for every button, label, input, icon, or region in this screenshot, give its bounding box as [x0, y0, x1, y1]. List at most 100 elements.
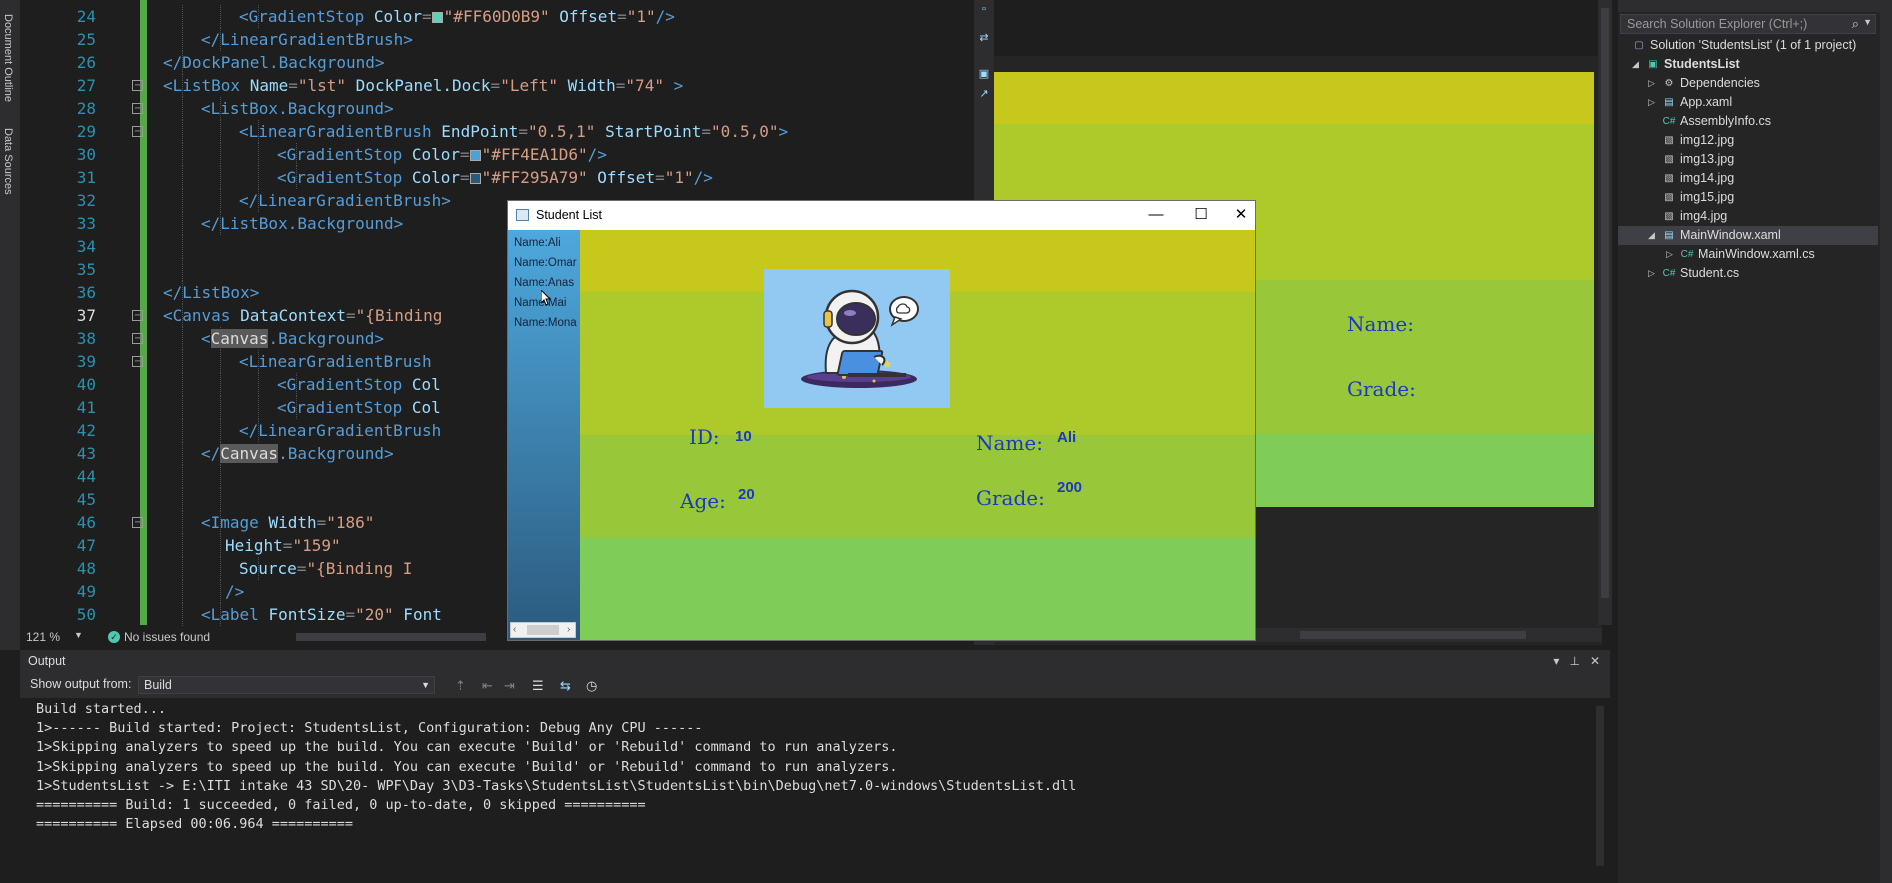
collapsed-arrow-icon[interactable]: ▷ [1666, 245, 1673, 264]
next-message-icon[interactable]: ⇥ [504, 678, 515, 694]
solution-tree-item[interactable]: ▧ img4.jpg [1618, 207, 1878, 226]
code-line[interactable]: 25 </LinearGradientBrush> [20, 28, 988, 51]
code-line[interactable]: 29 − <LinearGradientBrush EndPoint="0.5,1"… [20, 120, 988, 143]
designer-horizontal-scroll-thumb[interactable] [1300, 631, 1526, 639]
collapse-region-icon[interactable]: − [132, 103, 143, 114]
issues-status[interactable]: No issues found [124, 630, 210, 644]
clear-all-icon[interactable]: ☰ [532, 678, 544, 694]
output-source-select[interactable]: Build ▼ [138, 676, 435, 694]
code-text: <ListBox Name="lst" DockPanel.Dock="Left… [163, 76, 684, 95]
data-sources-tab[interactable]: Data Sources [2, 128, 14, 195]
student-list-item[interactable]: Name:Anas [514, 277, 574, 289]
close-icon[interactable]: ✕ [1590, 654, 1600, 668]
solution-tree-item[interactable]: ▢ Solution 'StudentsList' (1 of 1 project… [1618, 36, 1878, 55]
listbox-scroll-thumb[interactable] [527, 625, 559, 635]
expanded-arrow-icon[interactable]: ◢ [1632, 55, 1639, 74]
solution-tree-item[interactable]: ◢ ▤ MainWindow.xaml [1618, 226, 1878, 245]
indent-guide [220, 580, 221, 603]
toggle-word-wrap-icon[interactable]: ⇆ [560, 678, 571, 694]
right-side-strip [1880, 0, 1892, 883]
close-window-button[interactable]: ✕ [1226, 205, 1256, 225]
output-scroll-thumb[interactable] [1596, 706, 1604, 866]
designer-vertical-scroll-thumb[interactable] [1601, 8, 1609, 598]
indent-guide [220, 5, 221, 28]
scroll-left-icon[interactable]: ‹ [513, 623, 516, 637]
code-text: <GradientStop Color= "#FF60D0B9" Offset="… [239, 7, 675, 26]
code-text: <Label FontSize="20" Font [201, 605, 442, 624]
solution-tree-item[interactable]: ▧ img14.jpg [1618, 169, 1878, 188]
solution-tree-item[interactable]: ▧ img15.jpg [1618, 188, 1878, 207]
code-line[interactable]: 30 <GradientStop Color= "#FF4EA1D6"/> [20, 143, 988, 166]
window-titlebar[interactable]: Student List — ☐ ✕ [508, 201, 1255, 230]
solution-search-input[interactable]: Search Solution Explorer (Ctrl+;) ⌕ ▼ [1620, 14, 1876, 34]
scroll-right-icon[interactable]: › [567, 623, 570, 637]
expand-icon[interactable]: ▫ [978, 3, 990, 15]
code-line[interactable]: 27 − <ListBox Name="lst" DockPanel.Dock="L… [20, 74, 988, 97]
solution-tree-item[interactable]: ▷ C# MainWindow.xaml.cs [1618, 245, 1878, 264]
solution-tree-item[interactable]: ▧ img12.jpg [1618, 131, 1878, 150]
zoom-level[interactable]: 121 % [26, 630, 60, 644]
student-list-item[interactable]: Name:Omar [514, 257, 577, 269]
collapsed-arrow-icon[interactable]: ▷ [1648, 74, 1655, 93]
tree-item-label: MainWindow.xaml [1680, 228, 1781, 242]
output-log[interactable]: Build started... 1>------ Build started: … [36, 700, 1076, 834]
indent-guide [220, 557, 221, 580]
tree-item-label: img14.jpg [1680, 171, 1735, 185]
indent-guide [258, 143, 259, 166]
collapse-region-icon[interactable]: − [132, 333, 143, 344]
minimize-button[interactable]: — [1141, 205, 1171, 225]
design-view-icon[interactable]: ▣ [978, 68, 990, 80]
code-line[interactable]: 28 − <ListBox.Background> [20, 97, 988, 120]
indent-guide [220, 350, 221, 373]
code-line[interactable]: 31 <GradientStop Color= "#FF295A79" Offset… [20, 166, 988, 189]
window-position-dropdown-icon[interactable]: ▾ [1553, 654, 1559, 668]
code-line[interactable]: 24 <GradientStop Color= "#FF60D0B9" Offset… [20, 5, 988, 28]
maximize-button[interactable]: ☐ [1186, 205, 1216, 225]
listbox-horizontal-scrollbar[interactable]: ‹ › [510, 622, 576, 638]
student-list-item[interactable]: Name:Ali [514, 237, 561, 249]
name-label: Name: [976, 431, 1043, 455]
swap-panes-icon[interactable]: ⇄ [978, 32, 990, 44]
collapse-region-icon[interactable]: − [132, 356, 143, 367]
code-text: </ListBox> [163, 283, 260, 302]
search-options-dropdown-icon[interactable]: ▼ [1863, 17, 1872, 27]
solution-tree-item[interactable]: ◢ ▣ StudentsList [1618, 55, 1878, 74]
output-line: 1>Skipping analyzers to speed up the bui… [36, 739, 898, 756]
line-number: 29 [76, 122, 96, 141]
solution-tree-item[interactable]: ▷ ⚙ Dependencies [1618, 74, 1878, 93]
pin-icon[interactable]: ⊥ [1569, 654, 1579, 668]
output-pane-title: Output ▾ ⊥ ✕ [20, 650, 1610, 672]
popout-icon[interactable]: ↗ [978, 88, 990, 100]
code-line[interactable]: 26 </DockPanel.Background> [20, 51, 988, 74]
collapsed-arrow-icon[interactable]: ▷ [1648, 93, 1655, 112]
solution-tree-item[interactable]: ▷ C# Student.cs [1618, 264, 1878, 283]
code-text: <GradientStop Color= "#FF295A79" Offset="… [277, 168, 713, 187]
solution-tree-item[interactable]: ▷ ▤ App.xaml [1618, 93, 1878, 112]
search-icon[interactable]: ⌕ [1852, 16, 1859, 32]
check-circle-icon: ✓ [108, 631, 120, 643]
collapse-region-icon[interactable]: − [132, 517, 143, 528]
student-list-item[interactable]: Name:Mona [514, 317, 577, 329]
code-text: <ListBox.Background> [201, 99, 394, 118]
go-to-message-icon[interactable]: ⇡ [455, 678, 466, 694]
zoom-dropdown-icon[interactable]: ▼ [74, 630, 83, 640]
editor-horizontal-scrollbar[interactable] [296, 633, 486, 641]
collapsed-arrow-icon[interactable]: ▷ [1648, 264, 1655, 283]
clock-icon[interactable]: ◷ [586, 678, 597, 694]
solution-search-placeholder: Search Solution Explorer (Ctrl+;) [1627, 17, 1808, 31]
solution-explorer: Search Solution Explorer (Ctrl+;) ⌕ ▼ ▢ S… [1618, 0, 1880, 883]
csharp-file-icon: C# [1662, 116, 1676, 127]
expanded-arrow-icon[interactable]: ◢ [1648, 226, 1655, 245]
collapse-region-icon[interactable]: − [132, 310, 143, 321]
line-number: 40 [76, 375, 96, 394]
collapse-region-icon[interactable]: − [132, 126, 143, 137]
collapse-region-icon[interactable]: − [132, 80, 143, 91]
document-outline-tab[interactable]: Document Outline [2, 14, 14, 102]
image-file-icon: ▧ [1664, 173, 1674, 184]
image-file-icon: ▧ [1664, 211, 1674, 222]
line-number: 31 [76, 168, 96, 187]
solution-tree-item[interactable]: C# AssemblyInfo.cs [1618, 112, 1878, 131]
solution-tree-item[interactable]: ▧ img13.jpg [1618, 150, 1878, 169]
indent-guide [220, 396, 221, 419]
previous-message-icon[interactable]: ⇤ [482, 678, 493, 694]
